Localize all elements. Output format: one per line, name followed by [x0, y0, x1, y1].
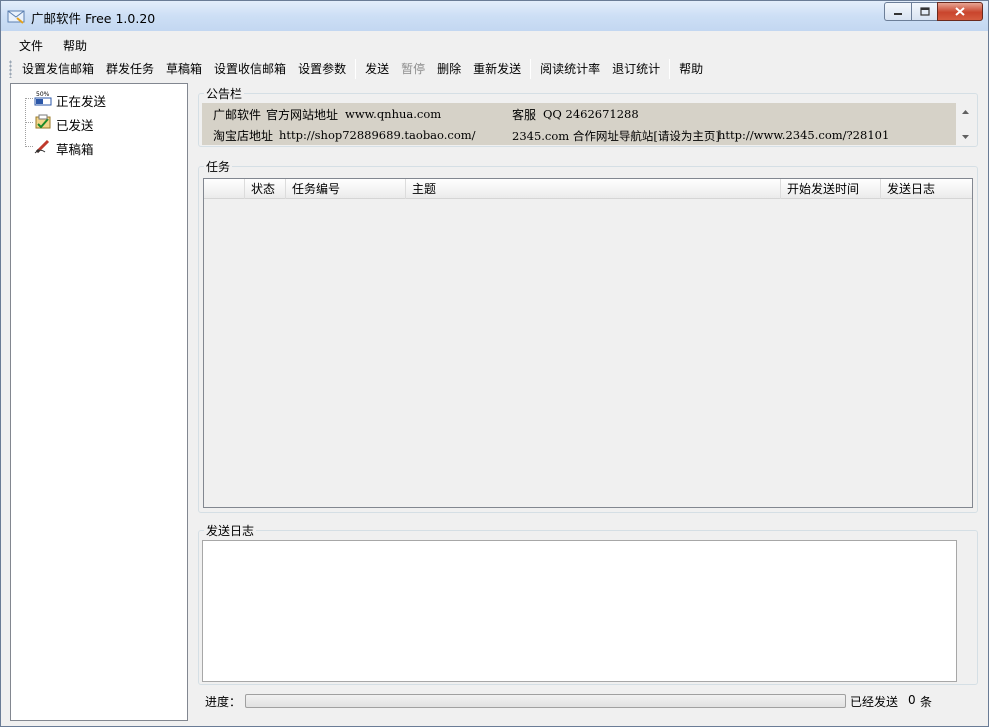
title-bar[interactable]: 广邮软件 Free 1.0.20: [1, 1, 988, 31]
column-header-task-id[interactable]: 任务编号: [286, 179, 406, 199]
notice-title: 公告栏: [204, 85, 245, 102]
maximize-icon: [919, 7, 930, 16]
help-button[interactable]: 帮助: [673, 58, 709, 80]
toolbar: 设置发信邮箱 群发任务 草稿箱 设置收信邮箱 设置参数 发送 暂停 删除 重新发…: [9, 57, 983, 81]
tree-item-sent[interactable]: 已发送: [11, 112, 181, 133]
site-link[interactable]: www.qnhua.com: [345, 107, 441, 121]
log-title: 发送日志: [204, 522, 257, 539]
task-title: 任务: [204, 158, 233, 175]
notice-scrollbar[interactable]: [957, 103, 974, 145]
sent-mail-icon: [35, 114, 51, 129]
tree-item-drafts[interactable]: 草稿箱: [11, 136, 181, 157]
drafts-button[interactable]: 草稿箱: [160, 58, 208, 80]
window-title: 广邮软件 Free 1.0.20: [31, 11, 156, 26]
pause-button[interactable]: 暂停: [395, 58, 431, 80]
delete-button[interactable]: 删除: [431, 58, 467, 80]
sent-count: 0: [908, 693, 916, 707]
unsubscribe-stats-button[interactable]: 退订统计: [606, 58, 666, 80]
menu-bar: 文件 帮助: [9, 34, 97, 54]
menu-help[interactable]: 帮助: [53, 34, 97, 54]
column-header-subject[interactable]: 主题: [406, 179, 781, 199]
minimize-button[interactable]: [884, 2, 911, 21]
partner-link[interactable]: http://www.2345.com/?28101: [718, 128, 889, 142]
toolbar-separator: [669, 59, 671, 79]
toolbar-separator: [530, 59, 532, 79]
mass-send-task-button[interactable]: 群发任务: [100, 58, 160, 80]
qq-contact[interactable]: QQ 2462671288: [543, 107, 639, 121]
column-header-start-time[interactable]: 开始发送时间: [781, 179, 881, 199]
sent-label: 已经发送: [850, 695, 899, 709]
folder-tree[interactable]: 50% 正在发送 已发送 草稿箱: [10, 83, 188, 721]
notice-row: 淘宝店地址 http://shop72889689.taobao.com/ 23…: [202, 125, 956, 143]
tree-item-label: 正在发送: [56, 94, 107, 109]
company-name: 广邮软件: [213, 108, 262, 122]
caption-buttons: [884, 2, 983, 22]
progress-bar: [245, 694, 846, 708]
site-label: 官方网站地址: [266, 108, 339, 122]
toolbar-grip[interactable]: [9, 60, 12, 78]
settings-button[interactable]: 设置参数: [292, 58, 352, 80]
set-sender-mailbox-button[interactable]: 设置发信邮箱: [16, 58, 100, 80]
column-header-send-log[interactable]: 发送日志: [881, 179, 972, 199]
notice-row: 广邮软件 官方网站地址 www.qnhua.com 客服 QQ 24626712…: [202, 104, 956, 122]
partner-text[interactable]: 2345.com 合作网址导航站[请设为主页]: [512, 128, 720, 144]
tree-connector: [26, 122, 34, 123]
task-list-header: 状态 任务编号 主题 开始发送时间 发送日志: [204, 179, 972, 199]
shop-label: 淘宝店地址: [213, 129, 274, 143]
menu-file[interactable]: 文件: [9, 34, 53, 54]
progress-label: 进度：: [205, 695, 242, 709]
tree-item-label: 草稿箱: [56, 142, 94, 157]
scroll-down-icon[interactable]: [957, 130, 974, 144]
notice-board: 广邮软件 官方网站地址 www.qnhua.com 客服 QQ 24626712…: [202, 103, 956, 145]
main-window: 广邮软件 Free 1.0.20 文件 帮助 设置发信邮箱 群发任务 草稿箱 设…: [0, 0, 989, 727]
tree-connector: [26, 98, 34, 99]
column-header-status[interactable]: 状态: [245, 179, 286, 199]
set-receiver-mailbox-button[interactable]: 设置收信邮箱: [208, 58, 292, 80]
tree-connector: [26, 146, 34, 147]
read-rate-stats-button[interactable]: 阅读统计率: [534, 58, 606, 80]
maximize-button[interactable]: [911, 2, 937, 21]
resend-button[interactable]: 重新发送: [467, 58, 527, 80]
tree-item-label: 已发送: [56, 118, 94, 133]
draft-pen-icon: [34, 139, 50, 154]
svg-text:50%: 50%: [36, 91, 50, 98]
service-label: 客服: [512, 108, 537, 122]
close-button[interactable]: [937, 2, 983, 21]
sending-progress-icon: 50%: [34, 91, 52, 106]
close-icon: [955, 7, 965, 16]
column-header-checkbox[interactable]: [204, 179, 245, 199]
send-log-textarea[interactable]: [202, 540, 957, 682]
scroll-up-icon[interactable]: [957, 105, 974, 119]
app-logo-icon: [7, 10, 25, 24]
shop-link[interactable]: http://shop72889689.taobao.com/: [279, 128, 476, 142]
toolbar-separator: [355, 59, 357, 79]
send-button[interactable]: 发送: [359, 58, 395, 80]
sent-unit: 条: [920, 695, 933, 709]
minimize-icon: [894, 12, 902, 15]
task-list[interactable]: 状态 任务编号 主题 开始发送时间 发送日志: [203, 178, 973, 508]
tree-item-sending[interactable]: 50% 正在发送: [11, 88, 181, 109]
